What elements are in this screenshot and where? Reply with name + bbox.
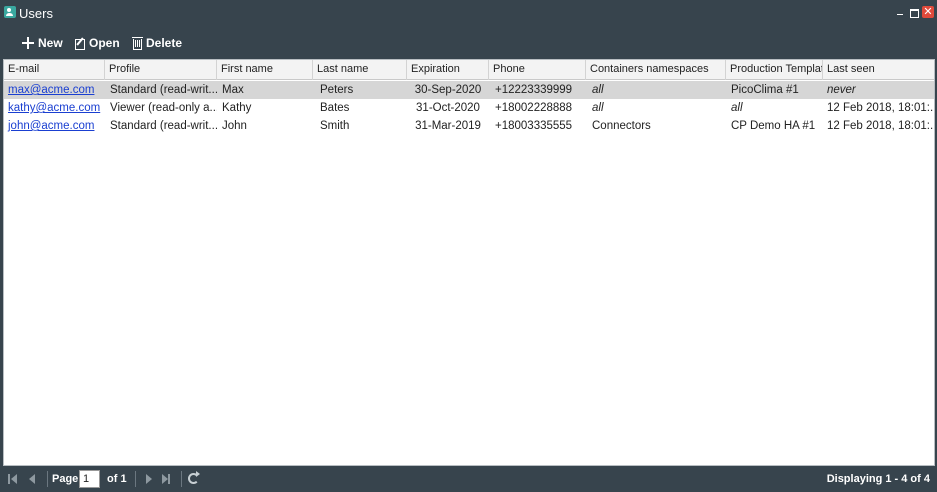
delete-button-label: Delete: [146, 36, 183, 50]
containers-cell: Connectors: [592, 120, 651, 132]
expiration-cell: 31-Mar-2019: [415, 120, 481, 132]
open-button[interactable]: Open: [75, 34, 120, 52]
last-seen-cell: never: [827, 84, 856, 96]
templates-cell: PicoClima #1: [731, 84, 799, 96]
profile-cell: Standard (read-writ...: [110, 84, 217, 96]
toolbar: New Open Delete: [0, 26, 937, 78]
refresh-icon[interactable]: [188, 471, 200, 484]
users-grid: E-mail Profile First name Last name Expi…: [3, 59, 935, 466]
first-name-cell: Kathy: [222, 102, 252, 114]
display-info: Displaying 1 - 4 of 4: [826, 473, 930, 485]
last-name-cell: Smith: [320, 120, 350, 132]
profile-cell: Standard (read-writ...: [110, 120, 217, 132]
page-number-input[interactable]: [79, 470, 100, 488]
pagination-bar: Page of 1 Displaying 1 - 4 of 4: [0, 466, 937, 492]
close-icon[interactable]: ✕: [922, 6, 934, 18]
grid-header: E-mail Profile First name Last name Expi…: [4, 60, 934, 80]
column-header-first-name[interactable]: First name: [217, 60, 313, 80]
pager-separator: [47, 471, 48, 487]
column-header-containers[interactable]: Containers namespaces: [586, 60, 726, 80]
column-header-expiration[interactable]: Expiration: [407, 60, 489, 80]
last-seen-cell: 12 Feb 2018, 18:01:...: [827, 102, 934, 114]
first-name-cell: Max: [222, 84, 244, 96]
plus-icon: [22, 37, 34, 49]
trash-icon: [132, 36, 143, 50]
templates-cell: all: [731, 102, 743, 114]
column-header-templates[interactable]: Production Templates: [726, 60, 823, 80]
phone-cell: +12223339999: [495, 84, 573, 96]
containers-cell: all: [592, 84, 604, 96]
table-row[interactable]: john@acme.com Standard (read-writ... Joh…: [4, 117, 934, 135]
templates-cell: CP Demo HA #1: [731, 120, 816, 132]
next-page-icon[interactable]: [144, 474, 154, 484]
column-header-email[interactable]: E-mail: [4, 60, 105, 80]
last-seen-cell: 12 Feb 2018, 18:01:...: [827, 120, 934, 132]
users-window: Users ✕ New Open Delete E-mail Profile F…: [0, 0, 937, 492]
phone-cell: +18003335555: [495, 120, 573, 132]
column-header-profile[interactable]: Profile: [105, 60, 217, 80]
expiration-cell: 31-Oct-2020: [416, 102, 480, 114]
phone-cell: +18002228888: [495, 102, 573, 114]
minimize-icon[interactable]: [895, 7, 907, 19]
email-link[interactable]: john@acme.com: [4, 117, 105, 135]
last-name-cell: Peters: [320, 84, 354, 96]
last-name-cell: Bates: [320, 102, 350, 114]
title-bar: Users ✕: [0, 0, 937, 26]
column-header-last-seen[interactable]: Last seen: [823, 60, 934, 80]
window-title: Users: [19, 6, 53, 21]
new-button[interactable]: New: [22, 34, 63, 52]
last-page-icon[interactable]: [161, 474, 171, 484]
expiration-cell: 30-Sep-2020: [414, 84, 482, 96]
pager-separator: [181, 471, 182, 487]
profile-cell: Viewer (read-only a...: [110, 102, 217, 114]
first-page-icon[interactable]: [8, 474, 18, 484]
page-label: Page: [52, 473, 79, 485]
open-button-label: Open: [89, 36, 120, 50]
maximize-icon[interactable]: [909, 7, 921, 19]
first-name-cell: John: [222, 120, 247, 132]
pager-separator: [135, 471, 136, 487]
page-count-label: of 1: [107, 473, 127, 485]
delete-button[interactable]: Delete: [132, 34, 183, 52]
column-header-phone[interactable]: Phone: [489, 60, 586, 80]
email-link[interactable]: max@acme.com: [4, 81, 105, 99]
containers-cell: all: [592, 102, 604, 114]
edit-icon: [75, 38, 85, 50]
email-link[interactable]: kathy@acme.com: [4, 99, 105, 117]
previous-page-icon[interactable]: [28, 474, 38, 484]
table-row[interactable]: max@acme.com Standard (read-writ... Max …: [4, 81, 934, 99]
new-button-label: New: [38, 36, 63, 50]
column-header-last-name[interactable]: Last name: [313, 60, 407, 80]
table-row[interactable]: kathy@acme.com Viewer (read-only a... Ka…: [4, 99, 934, 117]
users-app-icon: [4, 6, 16, 18]
